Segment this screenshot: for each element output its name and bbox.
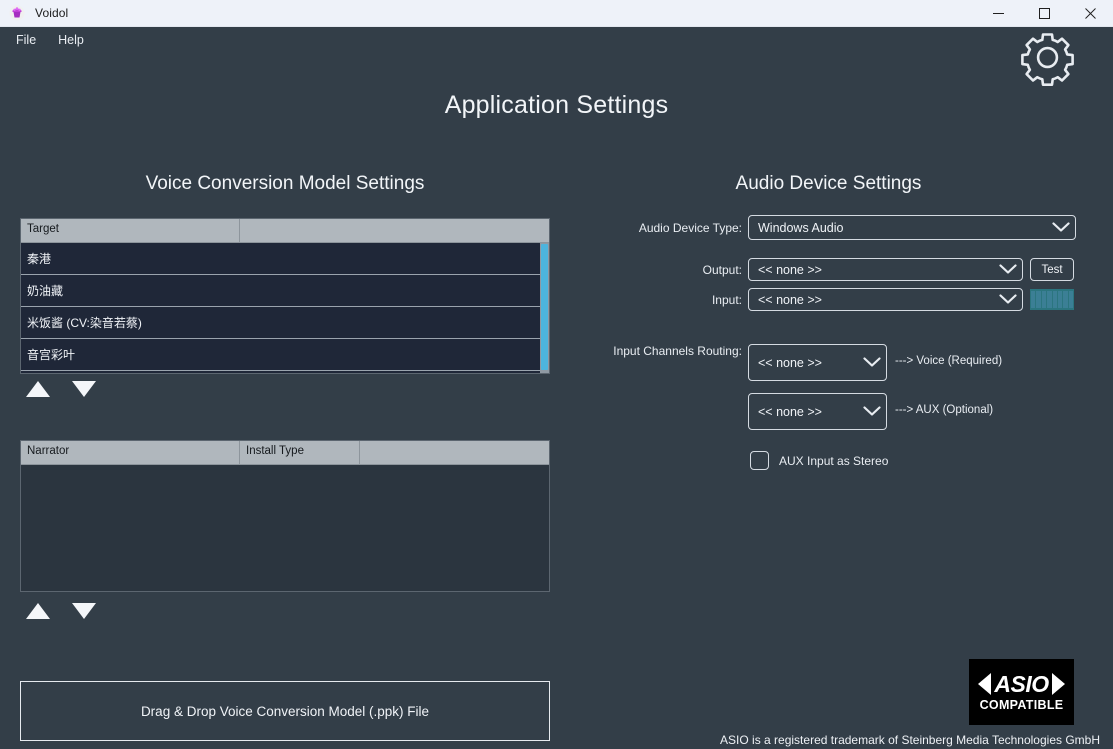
triangle-left-icon	[978, 673, 991, 695]
asio-compatible-text: COMPATIBLE	[980, 698, 1064, 712]
target-name: 奶油藏	[27, 282, 63, 299]
routing-aux-value: << none >>	[749, 405, 858, 419]
asio-trademark-notice: ASIO is a registered trademark of Steinb…	[0, 733, 1100, 747]
input-channels-routing-label: Input Channels Routing:	[560, 344, 742, 358]
menu-item-file[interactable]: File	[6, 30, 46, 50]
output-device-value: << none >>	[749, 263, 994, 277]
column-header-target[interactable]: Target	[21, 219, 240, 243]
model-dropzone-label: Drag & Drop Voice Conversion Model (.ppk…	[141, 704, 429, 719]
target-table-header: Target	[21, 219, 549, 243]
voidol-logo-icon	[9, 5, 25, 21]
target-table-scrollbar[interactable]	[540, 243, 549, 373]
chevron-down-icon	[858, 406, 886, 417]
routing-voice-select[interactable]: << none >>	[748, 344, 887, 381]
target-name: 秦港	[27, 250, 51, 267]
page-title: Application Settings	[0, 91, 1113, 120]
close-icon	[1085, 8, 1096, 19]
gear-icon[interactable]	[1019, 29, 1076, 86]
routing-aux-note: ---> AUX (Optional)	[895, 404, 993, 416]
target-table-body: 秦港 奶油藏 米饭酱 (CV:染音若蔡) 音宫彩叶	[21, 243, 549, 373]
routing-voice-note: ---> Voice (Required)	[895, 355, 1002, 367]
triangle-down-icon	[72, 603, 96, 619]
output-label: Output:	[560, 263, 742, 277]
level-segment	[1042, 291, 1046, 308]
table-row[interactable]: 秦港	[21, 243, 544, 275]
input-label: Input:	[560, 293, 742, 307]
aux-stereo-checkbox-row[interactable]: AUX Input as Stereo	[750, 451, 888, 470]
narrator-reorder-controls	[25, 600, 97, 622]
chevron-down-icon	[994, 294, 1022, 305]
target-name: 音宫彩叶	[27, 346, 75, 363]
triangle-up-icon	[26, 381, 50, 397]
target-name: 米饭酱 (CV:染音若蔡)	[27, 314, 142, 331]
application-window: Voidol	[0, 0, 1113, 749]
level-segment	[1058, 291, 1062, 308]
level-segment	[1063, 291, 1067, 308]
table-row[interactable]: 米饭酱 (CV:染音若蔡)	[21, 307, 544, 339]
level-segment	[1053, 291, 1057, 308]
minimize-button[interactable]	[975, 0, 1021, 27]
column-header-target-blank[interactable]	[240, 219, 549, 243]
output-device-select[interactable]: << none >>	[748, 258, 1023, 281]
input-level-meter	[1030, 289, 1074, 310]
chevron-down-icon	[858, 357, 886, 368]
routing-voice-value: << none >>	[749, 356, 858, 370]
page-header: Application Settings	[0, 53, 1113, 159]
close-button[interactable]	[1067, 0, 1113, 27]
output-test-button[interactable]: Test	[1030, 258, 1074, 281]
chevron-down-icon	[994, 264, 1022, 275]
audio-device-type-select[interactable]: Windows Audio	[748, 215, 1076, 240]
chevron-down-icon	[1047, 222, 1075, 233]
output-test-label: Test	[1041, 264, 1062, 276]
asio-logo-top: ASIO	[978, 673, 1064, 696]
narrator-table-body	[21, 465, 549, 591]
level-segment	[1047, 291, 1051, 308]
narrator-move-up-button[interactable]	[25, 600, 51, 622]
input-device-select[interactable]: << none >>	[748, 288, 1023, 311]
level-segment	[1069, 291, 1073, 308]
level-segment	[1031, 291, 1035, 308]
audio-device-type-value: Windows Audio	[749, 221, 1047, 235]
menu-item-help[interactable]: Help	[48, 30, 94, 50]
minimize-icon	[993, 8, 1004, 19]
model-dropzone[interactable]: Drag & Drop Voice Conversion Model (.ppk…	[20, 681, 550, 741]
input-device-value: << none >>	[749, 293, 994, 307]
target-reorder-controls	[25, 378, 97, 400]
triangle-up-icon	[26, 603, 50, 619]
table-row[interactable]: 音宫彩叶	[21, 339, 544, 371]
maximize-button[interactable]	[1021, 0, 1067, 27]
column-header-narrator[interactable]: Narrator	[21, 441, 240, 465]
target-move-down-button[interactable]	[71, 378, 97, 400]
table-row[interactable]: 奶油藏	[21, 275, 544, 307]
column-header-install-type[interactable]: Install Type	[240, 441, 360, 465]
audio-device-type-label: Audio Device Type:	[560, 221, 742, 235]
menu-bar: File Help	[0, 27, 1113, 53]
narrator-table: Narrator Install Type	[20, 440, 550, 592]
triangle-down-icon	[72, 381, 96, 397]
voice-conversion-section-title: Voice Conversion Model Settings	[20, 173, 550, 195]
target-move-up-button[interactable]	[25, 378, 51, 400]
routing-aux-select[interactable]: << none >>	[748, 393, 887, 430]
narrator-move-down-button[interactable]	[71, 600, 97, 622]
target-table: Target 秦港 奶油藏 米饭酱 (CV:染音若蔡) 音宫彩叶	[20, 218, 550, 374]
window-title: Voidol	[35, 6, 68, 20]
audio-device-section-title: Audio Device Settings	[570, 173, 1087, 195]
column-header-narrator-blank[interactable]	[360, 441, 549, 465]
title-bar: Voidol	[0, 0, 1113, 27]
triangle-right-icon	[1052, 673, 1065, 695]
aux-stereo-checkbox[interactable]	[750, 451, 769, 470]
aux-stereo-label: AUX Input as Stereo	[779, 454, 888, 468]
maximize-icon	[1039, 8, 1050, 19]
asio-compatible-logo: ASIO COMPATIBLE	[969, 659, 1074, 725]
narrator-table-header: Narrator Install Type	[21, 441, 549, 465]
level-segment	[1036, 291, 1040, 308]
asio-wordmark: ASIO	[994, 673, 1048, 696]
window-controls	[975, 0, 1113, 27]
scrollbar-thumb[interactable]	[541, 244, 548, 370]
